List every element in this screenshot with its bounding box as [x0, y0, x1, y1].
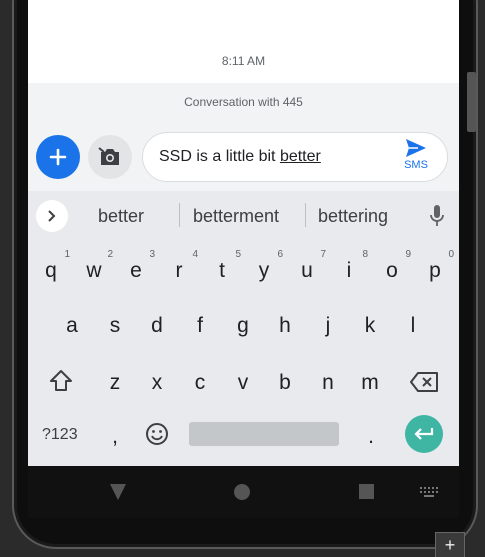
send-sms-button[interactable]: SMS: [401, 138, 431, 178]
key-z[interactable]: z: [98, 371, 132, 395]
key-w[interactable]: w2: [77, 249, 113, 283]
key-h[interactable]: h: [268, 314, 302, 338]
key-v[interactable]: v: [226, 371, 260, 395]
add-attachment-button[interactable]: [36, 135, 80, 179]
key-y[interactable]: y6: [247, 249, 283, 283]
key-t[interactable]: t5: [205, 249, 241, 283]
key-n[interactable]: n: [311, 371, 345, 395]
key-s[interactable]: s: [98, 314, 132, 338]
key-k[interactable]: k: [353, 314, 387, 338]
suggestion-1[interactable]: better: [98, 206, 144, 227]
key-comma[interactable]: ,: [98, 425, 132, 449]
message-input-text: SSD is a little bit better: [159, 148, 321, 166]
enter-key[interactable]: [405, 415, 443, 453]
key-u[interactable]: u7: [290, 249, 326, 283]
key-a[interactable]: a: [55, 314, 89, 338]
key-p[interactable]: p0: [418, 249, 454, 283]
backspace-icon[interactable]: [409, 371, 439, 393]
send-icon: [406, 139, 426, 157]
message-input[interactable]: SSD is a little bit better SMS: [142, 132, 448, 182]
symbols-key[interactable]: ?123: [42, 426, 78, 444]
emoji-icon[interactable]: [145, 422, 169, 446]
back-icon[interactable]: [109, 483, 127, 501]
add-button[interactable]: +: [435, 532, 465, 557]
volume-button: [467, 72, 476, 132]
key-period[interactable]: .: [354, 425, 388, 449]
home-icon[interactable]: [234, 484, 250, 500]
key-g[interactable]: g: [226, 314, 260, 338]
key-b[interactable]: b: [268, 371, 302, 395]
key-m[interactable]: m: [353, 371, 387, 395]
suggestion-3[interactable]: bettering: [318, 206, 388, 227]
suggestion-divider: [179, 203, 180, 227]
key-c[interactable]: c: [183, 371, 217, 395]
key-i[interactable]: i8: [332, 249, 368, 283]
plus-icon: [49, 148, 67, 166]
suggestion-strip: better betterment bettering: [28, 191, 459, 239]
phone-screen: 8:11 AM Conversation with 445 SSD is a l…: [28, 0, 459, 466]
toolbar-expand-button[interactable]: [36, 200, 68, 232]
key-d[interactable]: d: [140, 314, 174, 338]
conversation-label: Conversation with 445: [28, 83, 459, 121]
key-f[interactable]: f: [183, 314, 217, 338]
keyboard: q1 w2 e3 r4 t5 y6 u7 i8 o9 p0 a s d f g …: [28, 239, 459, 466]
camera-button[interactable]: [88, 135, 132, 179]
camera-icon: [98, 147, 119, 165]
key-x[interactable]: x: [140, 371, 174, 395]
composing-word: better: [279, 148, 321, 165]
message-text: SSD is a little bit: [159, 148, 280, 165]
key-o[interactable]: o9: [375, 249, 411, 283]
recents-icon[interactable]: [359, 484, 374, 499]
shift-icon[interactable]: [48, 368, 74, 394]
navigation-bar: [28, 466, 459, 518]
conversation-label-text: Conversation with 445: [184, 95, 303, 109]
key-q[interactable]: q1: [34, 249, 70, 283]
message-timestamp: 8:11 AM: [221, 54, 266, 68]
send-sms-label: SMS: [404, 159, 428, 171]
key-j[interactable]: j: [311, 314, 345, 338]
chevron-right-icon: [48, 210, 56, 222]
space-key[interactable]: [189, 422, 339, 446]
keyboard-icon[interactable]: [420, 487, 438, 497]
suggestion-2[interactable]: betterment: [193, 206, 279, 227]
key-r[interactable]: r4: [162, 249, 199, 283]
enter-icon: [414, 428, 434, 440]
key-l[interactable]: l: [396, 314, 430, 338]
compose-bar: SSD is a little bit better SMS: [28, 121, 459, 191]
suggestion-divider: [305, 203, 306, 227]
mic-icon[interactable]: [429, 204, 445, 228]
key-e[interactable]: e3: [119, 249, 155, 283]
